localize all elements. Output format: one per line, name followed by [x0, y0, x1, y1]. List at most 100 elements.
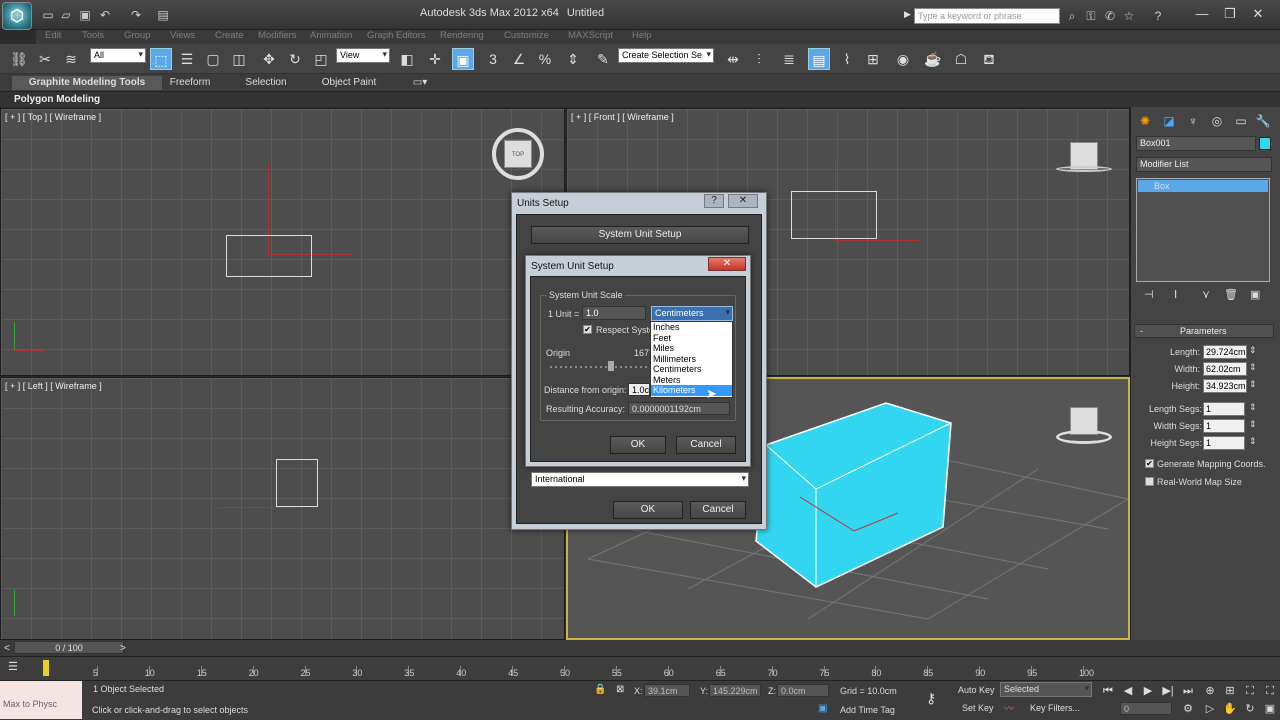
- menu-customize[interactable]: Customize: [504, 30, 549, 41]
- z-coordinate-field[interactable]: 0.0cm: [777, 684, 829, 697]
- close-icon[interactable]: ✕: [1246, 4, 1270, 24]
- goto-start-icon[interactable]: ⏮: [1100, 684, 1116, 698]
- units-close-button[interactable]: ✕: [728, 194, 758, 208]
- project-folder-icon[interactable]: ▤: [155, 7, 171, 23]
- communication-icon[interactable]: ✆: [1102, 8, 1118, 24]
- open-file-icon[interactable]: ▱: [58, 7, 74, 23]
- pan-icon[interactable]: ✋: [1222, 702, 1238, 716]
- reference-coordinate-select[interactable]: View: [336, 48, 390, 63]
- tab-selection[interactable]: Selection: [236, 76, 296, 90]
- time-next-icon[interactable]: >: [120, 643, 126, 654]
- viewport-front-label[interactable]: [ + ] [ Front ] [ Wireframe ]: [571, 112, 674, 122]
- key-selection-select[interactable]: Selected: [1000, 682, 1092, 697]
- subscription-icon[interactable]: ⚿: [1083, 8, 1099, 24]
- motion-tab-icon[interactable]: ◎: [1208, 112, 1226, 130]
- configure-sets-icon[interactable]: ▣: [1250, 288, 1260, 301]
- time-slider[interactable]: 0 / 100: [14, 641, 124, 654]
- units-help-button[interactable]: ?: [704, 194, 724, 208]
- viewport-left-label[interactable]: [ + ] [ Left ] [ Wireframe ]: [5, 381, 102, 391]
- menu-views[interactable]: Views: [170, 30, 195, 41]
- menu-graph-editors[interactable]: Graph Editors: [367, 30, 426, 41]
- menu-help[interactable]: Help: [632, 30, 652, 41]
- key-filters-button[interactable]: Key Filters...: [1030, 703, 1080, 713]
- front-viewcube-ring[interactable]: [1056, 166, 1112, 172]
- rollout-collapse-icon[interactable]: -: [1140, 326, 1143, 336]
- curve-editor-icon[interactable]: ⌇: [836, 48, 858, 70]
- absolute-mode-icon[interactable]: ⊠: [616, 684, 624, 695]
- unit-option-centimeters[interactable]: Centimeters: [651, 364, 732, 375]
- unit-value-field[interactable]: 1.0: [582, 306, 646, 320]
- material-editor-icon[interactable]: ◉: [892, 48, 914, 70]
- restore-icon[interactable]: ❐: [1218, 4, 1242, 24]
- menu-edit[interactable]: Edit: [45, 30, 61, 41]
- goto-end-icon[interactable]: ⏭: [1180, 684, 1196, 698]
- system-unit-ok-button[interactable]: OK: [610, 436, 666, 454]
- percent-snap-icon[interactable]: %: [534, 48, 556, 70]
- edit-named-selection-icon[interactable]: ✎: [592, 48, 614, 70]
- fov-icon[interactable]: ▷: [1202, 702, 1218, 716]
- width-spinner[interactable]: 62.02cm: [1203, 362, 1247, 376]
- spinner-snap-icon[interactable]: ⇕: [562, 48, 584, 70]
- height-segs-arrows-icon[interactable]: ⇕: [1249, 436, 1257, 447]
- menu-rendering[interactable]: Rendering: [440, 30, 484, 41]
- time-config-icon[interactable]: ⚙: [1180, 702, 1196, 716]
- maxscript-listener[interactable]: Max to Physc: [0, 681, 82, 719]
- viewport-top-label[interactable]: [ + ] [ Top ] [ Wireframe ]: [5, 112, 101, 122]
- system-unit-cancel-button[interactable]: Cancel: [676, 436, 736, 454]
- system-unit-close-button[interactable]: ✕: [708, 257, 746, 271]
- rectangular-selection-icon[interactable]: ▢: [202, 48, 224, 70]
- current-frame-field[interactable]: 0: [1120, 702, 1172, 715]
- menu-create[interactable]: Create: [215, 30, 244, 41]
- x-coordinate-field[interactable]: 39.1cm: [644, 684, 690, 697]
- top-viewcube[interactable]: TOP: [504, 140, 532, 168]
- create-tab-icon[interactable]: ✺: [1136, 112, 1154, 130]
- zoom-extents-icon[interactable]: ⛶: [1242, 684, 1258, 698]
- set-key-button[interactable]: Set Key: [962, 703, 994, 713]
- app-logo-icon[interactable]: ⬡: [2, 2, 32, 30]
- units-ok-button[interactable]: OK: [613, 501, 683, 519]
- select-scale-icon[interactable]: ◰: [310, 48, 332, 70]
- favorites-star-icon[interactable]: ☆: [1121, 8, 1137, 24]
- selection-lock-icon[interactable]: 🔒: [594, 684, 606, 695]
- viewport-left[interactable]: [0, 377, 565, 640]
- select-and-link-icon[interactable]: ⛓: [8, 48, 30, 70]
- menu-tools[interactable]: Tools: [82, 30, 104, 41]
- search-arrow-icon[interactable]: ▶: [904, 9, 911, 20]
- length-spinner-arrows-icon[interactable]: ⇕: [1249, 345, 1257, 356]
- zoom-icon[interactable]: ⊕: [1202, 684, 1218, 698]
- zoom-extents-all-icon[interactable]: ⛶: [1262, 684, 1278, 698]
- width-segs-spinner[interactable]: 1: [1203, 419, 1245, 433]
- polygon-modeling-label[interactable]: Polygon Modeling: [14, 94, 100, 105]
- length-segs-spinner[interactable]: 1: [1203, 402, 1245, 416]
- object-color-swatch[interactable]: [1259, 137, 1271, 150]
- gen-mapping-checkbox[interactable]: ✔: [1145, 459, 1154, 468]
- respect-units-checkbox[interactable]: ✔: [583, 325, 592, 334]
- origin-slider-thumb[interactable]: [608, 361, 614, 371]
- real-world-checkbox[interactable]: [1145, 477, 1154, 486]
- width-spinner-arrows-icon[interactable]: ⇕: [1249, 362, 1257, 373]
- redo-icon[interactable]: ↷: [128, 7, 144, 23]
- box-object[interactable]: [755, 402, 952, 588]
- unit-type-select[interactable]: Centimeters: [651, 306, 733, 321]
- menu-maxscript[interactable]: MAXScript: [568, 30, 613, 41]
- menu-animation[interactable]: Animation: [310, 30, 352, 41]
- selection-filter-select[interactable]: All: [90, 48, 146, 63]
- pivot-point-icon[interactable]: ◧: [396, 48, 418, 70]
- layer-manager-icon[interactable]: ≣: [778, 48, 800, 70]
- hierarchy-tab-icon[interactable]: ♆: [1184, 112, 1202, 130]
- mirror-icon[interactable]: ⇹: [722, 48, 744, 70]
- display-unit-select[interactable]: International: [531, 472, 749, 487]
- menu-modifiers[interactable]: Modifiers: [258, 30, 297, 41]
- save-icon[interactable]: ▣: [77, 7, 93, 23]
- time-prev-icon[interactable]: <: [4, 643, 10, 654]
- named-selection-set-select[interactable]: Create Selection Se: [618, 48, 714, 63]
- tab-freeform[interactable]: Freeform: [160, 76, 220, 90]
- menu-group[interactable]: Group: [124, 30, 150, 41]
- time-tag-icon[interactable]: ▣: [818, 703, 827, 714]
- y-coordinate-field[interactable]: 145.229cm: [709, 684, 761, 697]
- height-spinner-arrows-icon[interactable]: ⇕: [1249, 379, 1257, 390]
- unit-option-feet[interactable]: Feet: [651, 333, 732, 344]
- mini-curve-editor-icon[interactable]: ☰: [8, 660, 18, 673]
- set-key-icon[interactable]: ⚷: [926, 690, 936, 707]
- window-crossing-icon[interactable]: ◫: [228, 48, 250, 70]
